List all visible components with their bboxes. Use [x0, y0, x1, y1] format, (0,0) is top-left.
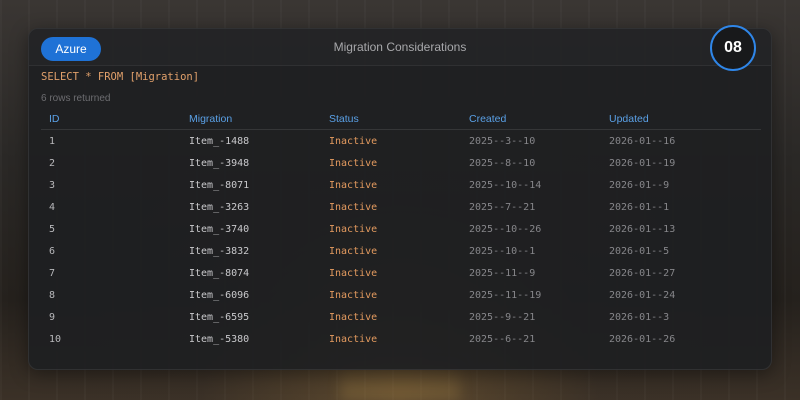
cell-id: 5 [49, 224, 56, 235]
cell-updated: 2026-01--3 [609, 312, 670, 323]
table-body: 1 Item_-1488 Inactive 2025--3--10 2026-01--1… [41, 130, 761, 350]
cell-created: 2025--10--1 [469, 246, 536, 257]
results-table: ID Migration Status Created Updated 1 Ite… [41, 111, 761, 350]
panel-title: Migration Considerations [333, 40, 467, 54]
cell-updated: 2026-01--27 [609, 268, 676, 279]
cell-status: Inactive [329, 158, 378, 169]
cell-migration: Item_-3740 [189, 224, 250, 235]
cell-created: 2025--6--21 [469, 334, 536, 345]
cell-id: 3 [49, 180, 56, 191]
slide-number-badge: 08 [710, 25, 756, 71]
cell-id: 9 [49, 312, 56, 323]
column-header-created[interactable]: Created [469, 113, 506, 125]
sql-query: SELECT * FROM [Migration] [41, 71, 200, 83]
cell-created: 2025--7--21 [469, 202, 536, 213]
table-row[interactable]: 1 Item_-1488 Inactive 2025--3--10 2026-01--1… [41, 130, 761, 152]
panel-header: Azure Migration Considerations [29, 29, 771, 66]
table-row[interactable]: 6 Item_-3832 Inactive 2025--10--1 2026-01--5 [41, 240, 761, 262]
cell-status: Inactive [329, 312, 378, 323]
cell-id: 1 [49, 136, 56, 147]
cell-migration: Item_-8071 [189, 180, 250, 191]
table-row[interactable]: 7 Item_-8074 Inactive 2025--11--9 2026-01--2… [41, 262, 761, 284]
cell-status: Inactive [329, 180, 378, 191]
cell-migration: Item_-6595 [189, 312, 250, 323]
table-row[interactable]: 10 Item_-5380 Inactive 2025--6--21 2026-01--… [41, 328, 761, 350]
cell-id: 2 [49, 158, 56, 169]
cell-id: 7 [49, 268, 56, 279]
cell-migration: Item_-3832 [189, 246, 250, 257]
column-header-updated[interactable]: Updated [609, 113, 649, 125]
cell-updated: 2026-01--26 [609, 334, 676, 345]
cell-created: 2025--10--26 [469, 224, 542, 235]
cell-id: 4 [49, 202, 56, 213]
cell-migration: Item_-5380 [189, 334, 250, 345]
cell-status: Inactive [329, 290, 378, 301]
cell-updated: 2026-01--13 [609, 224, 676, 235]
table-row[interactable]: 9 Item_-6595 Inactive 2025--9--21 2026-01--3 [41, 306, 761, 328]
column-header-migration[interactable]: Migration [189, 113, 232, 125]
cell-updated: 2026-01--5 [609, 246, 670, 257]
cell-status: Inactive [329, 136, 378, 147]
cell-created: 2025--11--19 [469, 290, 542, 301]
cell-status: Inactive [329, 246, 378, 257]
cell-migration: Item_-3263 [189, 202, 250, 213]
cell-status: Inactive [329, 224, 378, 235]
cell-updated: 2026-01--16 [609, 136, 676, 147]
table-row[interactable]: 3 Item_-8071 Inactive 2025--10--14 2026-01--… [41, 174, 761, 196]
table-row[interactable]: 2 Item_-3948 Inactive 2025--8--10 2026-01--1… [41, 152, 761, 174]
cell-status: Inactive [329, 334, 378, 345]
cell-updated: 2026-01--9 [609, 180, 670, 191]
cell-updated: 2026-01--24 [609, 290, 676, 301]
cell-created: 2025--11--9 [469, 268, 536, 279]
cell-id: 8 [49, 290, 56, 301]
table-header: ID Migration Status Created Updated [41, 111, 761, 130]
column-header-status[interactable]: Status [329, 113, 359, 125]
table-row[interactable]: 4 Item_-3263 Inactive 2025--7--21 2026-01--1 [41, 196, 761, 218]
cell-status: Inactive [329, 268, 378, 279]
cell-status: Inactive [329, 202, 378, 213]
cell-id: 6 [49, 246, 56, 257]
cell-migration: Item_-8074 [189, 268, 250, 279]
cell-migration: Item_-1488 [189, 136, 250, 147]
cell-created: 2025--8--10 [469, 158, 536, 169]
table-row[interactable]: 5 Item_-3740 Inactive 2025--10--26 2026-01--… [41, 218, 761, 240]
query-result-panel: Azure Migration Considerations 08 SELECT… [28, 25, 772, 370]
cell-created: 2025--9--21 [469, 312, 536, 323]
table-row[interactable]: 8 Item_-6096 Inactive 2025--11--19 2026-01--… [41, 284, 761, 306]
cell-created: 2025--3--10 [469, 136, 536, 147]
cell-updated: 2026-01--1 [609, 202, 670, 213]
rows-returned-label: 6 rows returned [41, 93, 111, 104]
cell-migration: Item_-6096 [189, 290, 250, 301]
cell-migration: Item_-3948 [189, 158, 250, 169]
cell-updated: 2026-01--19 [609, 158, 676, 169]
cell-created: 2025--10--14 [469, 180, 542, 191]
column-header-id[interactable]: ID [49, 113, 60, 125]
cell-id: 10 [49, 334, 62, 345]
